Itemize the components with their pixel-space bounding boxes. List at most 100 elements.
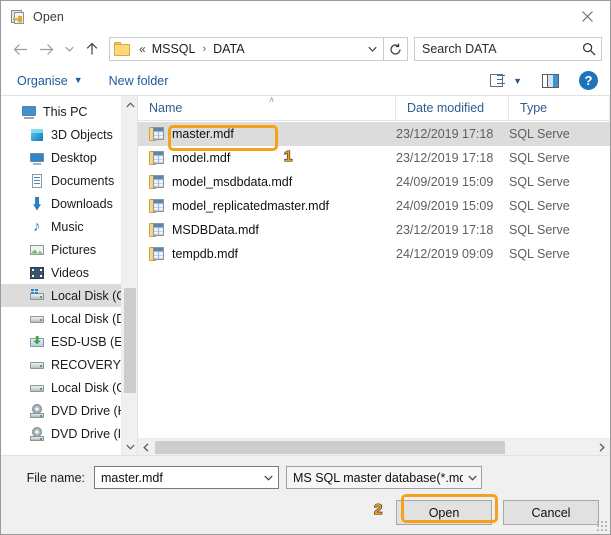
mdf-file-icon — [149, 246, 165, 262]
chevron-down-icon[interactable] — [463, 475, 481, 481]
file-name-combobox[interactable] — [94, 466, 279, 489]
search-input[interactable] — [415, 41, 577, 57]
sidebar-item-esd-usb-e[interactable]: ESD-USB (E:) — [1, 330, 137, 353]
refresh-icon[interactable] — [384, 37, 408, 61]
desktop-icon — [29, 150, 45, 166]
address-bar[interactable]: « MSSQL › DATA — [109, 37, 384, 61]
table-row[interactable]: MSDBData.mdf 23/12/2019 17:18 SQL Serve — [138, 218, 610, 242]
usb-drive-icon — [29, 334, 45, 350]
column-header-type[interactable]: Type — [509, 96, 610, 120]
help-icon: ? — [579, 71, 598, 90]
open-button[interactable]: Open — [396, 500, 492, 525]
chevron-down-icon: ▼ — [513, 75, 522, 86]
sidebar-item-downloads[interactable]: Downloads — [1, 192, 137, 215]
sidebar-item-videos[interactable]: Videos — [1, 261, 137, 284]
breadcrumb-overflow[interactable]: « — [137, 42, 149, 56]
command-bar: Organise ▼ New folder ▼ ? — [1, 66, 610, 96]
sort-ascending-icon: ˄ — [269, 96, 275, 105]
sidebar-item-this-pc[interactable]: This PC — [1, 100, 137, 123]
breadcrumb-item-data[interactable]: DATA — [210, 42, 247, 56]
sidebar-item-local-disk-c[interactable]: Local Disk (C:) — [1, 284, 137, 307]
chevron-down-icon[interactable] — [258, 475, 278, 481]
sidebar-item-3d-objects[interactable]: 3D Objects — [1, 123, 137, 146]
list-view-icon — [490, 73, 506, 88]
videos-icon — [29, 265, 45, 281]
sidebar-item-recovery-f[interactable]: RECOVERY (F:) — [1, 353, 137, 376]
date-modified-cell: 24/12/2019 09:09 — [396, 247, 494, 261]
view-mode-button[interactable]: ▼ — [486, 69, 526, 93]
table-row[interactable]: model_msdbdata.mdf 24/09/2019 15:09 SQL Se… — [138, 170, 610, 194]
new-folder-button[interactable]: New folder — [103, 69, 175, 93]
sidebar-item-label: Videos — [51, 265, 89, 280]
file-list-pane: Name ˄ Date modified Type master.mdf 23/1… — [138, 96, 610, 455]
table-row[interactable]: model.mdf 23/12/2019 17:18 SQL Serve — [138, 146, 610, 170]
sidebar-item-label: 3D Objects — [51, 127, 113, 142]
horizontal-scrollbar-thumb[interactable] — [155, 440, 506, 454]
file-name-text: model_replicatedmaster.mdf — [172, 199, 330, 213]
sidebar-item-dvd-drive-h[interactable]: DVD Drive (H:) — [1, 399, 137, 422]
file-type-cell: SQL Serve — [509, 247, 570, 261]
up-button[interactable] — [79, 36, 105, 62]
sidebar-item-label: This PC — [43, 104, 88, 119]
downloads-icon — [29, 196, 45, 212]
file-name-text: model_msdbdata.mdf — [172, 175, 293, 189]
column-header-date-modified[interactable]: Date modified — [396, 96, 509, 120]
horizontal-scroll-track[interactable] — [155, 439, 593, 456]
sidebar-item-local-disk-d[interactable]: Local Disk (D:) — [1, 307, 137, 330]
file-rows: master.mdf 23/12/2019 17:18 SQL Serve model… — [138, 121, 610, 438]
file-type-cell: SQL Serve — [509, 151, 570, 165]
dvd-drive-icon — [29, 426, 45, 442]
chevron-down-icon[interactable] — [122, 438, 137, 455]
resize-grip[interactable] — [596, 520, 607, 531]
documents-icon — [29, 173, 45, 189]
cancel-button[interactable]: Cancel — [503, 500, 599, 525]
chevron-down-icon[interactable] — [361, 38, 383, 60]
chevron-up-icon[interactable] — [122, 96, 137, 113]
column-header-name[interactable]: Name ˄ — [138, 96, 396, 120]
navigation-pane: This PC 3D Objects Desktop Documents Downloa… — [1, 96, 138, 455]
file-type-cell: SQL Serve — [509, 175, 570, 189]
date-modified-cell: 24/09/2019 15:09 — [396, 199, 494, 213]
sidebar-scrollbar[interactable] — [121, 96, 137, 455]
mdf-file-icon — [149, 126, 165, 142]
mdf-file-icon — [149, 150, 165, 166]
preview-pane-button[interactable] — [538, 69, 563, 93]
table-row[interactable]: model_replicatedmaster.mdf 24/09/2019 15:… — [138, 194, 610, 218]
file-type-filter-dropdown[interactable]: MS SQL master database(*.mdf — [286, 466, 482, 489]
database-file-icon — [10, 9, 26, 25]
pictures-icon — [29, 242, 45, 258]
navigation-bar: « MSSQL › DATA — [1, 32, 610, 66]
recent-locations-button[interactable] — [59, 36, 79, 62]
file-name-cell: model_msdbdata.mdf — [138, 174, 396, 190]
date-modified-cell: 23/12/2019 17:18 — [396, 127, 494, 141]
drive-icon — [29, 357, 45, 373]
sidebar-item-pictures[interactable]: Pictures — [1, 238, 137, 261]
table-row[interactable]: tempdb.mdf 24/12/2019 09:09 SQL Serve — [138, 242, 610, 266]
back-button[interactable] — [7, 36, 33, 62]
breadcrumb-item-mssql[interactable]: MSSQL — [149, 42, 199, 56]
chevron-left-icon[interactable] — [138, 439, 155, 456]
mdf-file-icon — [149, 222, 165, 238]
column-header-name-label: Name — [149, 101, 183, 115]
sidebar-scrollbar-thumb[interactable] — [124, 288, 136, 393]
sidebar-item-label: ESD-USB (E:) — [51, 334, 131, 349]
table-row[interactable]: master.mdf 23/12/2019 17:18 SQL Serve — [138, 122, 610, 146]
close-icon[interactable] — [564, 1, 610, 32]
search-box[interactable] — [414, 37, 602, 61]
drive-icon — [29, 380, 45, 396]
sidebar-item-music[interactable]: ♪ Music — [1, 215, 137, 238]
help-button[interactable]: ? — [575, 69, 602, 93]
sidebar-item-desktop[interactable]: Desktop — [1, 146, 137, 169]
file-name-input[interactable] — [95, 469, 258, 486]
sidebar-item-documents[interactable]: Documents — [1, 169, 137, 192]
file-name-text: MSDBData.mdf — [172, 223, 259, 237]
dialog-body: This PC 3D Objects Desktop Documents Downloa… — [1, 96, 610, 456]
forward-button[interactable] — [33, 36, 59, 62]
organise-button[interactable]: Organise ▼ — [11, 69, 89, 93]
open-file-dialog: Open « MSSQL › DATA Search DATA Organise… — [0, 0, 611, 535]
date-modified-cell: 24/09/2019 15:09 — [396, 175, 494, 189]
chevron-right-icon[interactable] — [593, 439, 610, 456]
file-list-horizontal-scrollbar[interactable] — [138, 438, 610, 455]
sidebar-item-dvd-drive-i[interactable]: DVD Drive (I:) — [1, 422, 137, 445]
sidebar-item-local-disk-g[interactable]: Local Disk (G:) — [1, 376, 137, 399]
